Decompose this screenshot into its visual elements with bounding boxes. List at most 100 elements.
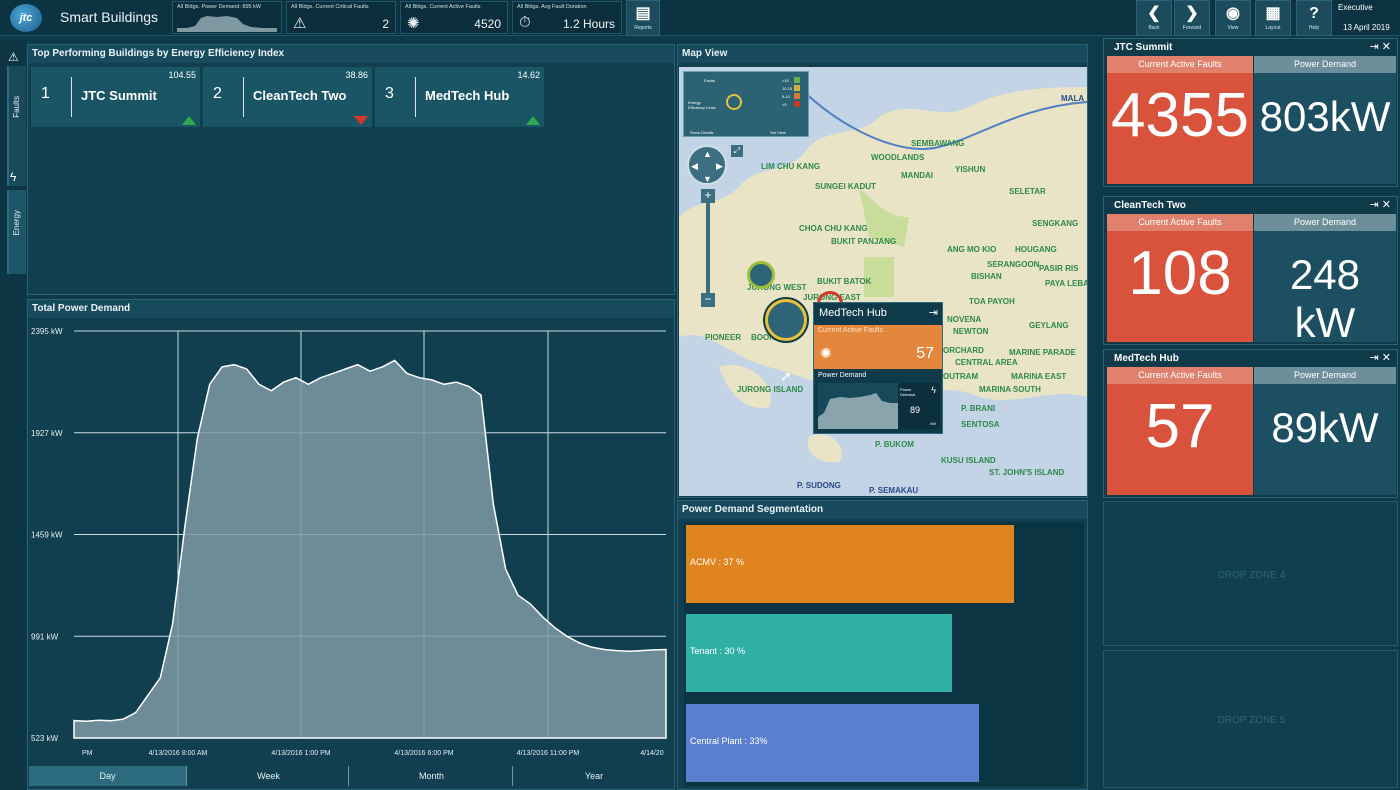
popup-power-unit: kW <box>930 421 936 426</box>
set-view-button[interactable]: Set View <box>770 130 786 135</box>
divider <box>415 77 416 117</box>
y-tick-label: 991 kW <box>31 632 59 641</box>
app-logo[interactable]: jtc <box>10 4 42 32</box>
popup-power-chart <box>818 393 898 429</box>
legend-swatch <box>794 85 800 91</box>
kpi-critical-faults[interactable]: All Bldgs. Current Critical Faults ⚠ 2 <box>286 1 396 34</box>
place-label: P. SUDONG <box>797 481 841 490</box>
warning-icon: ⚠ <box>293 15 307 32</box>
rank: 1 <box>41 85 50 102</box>
drop-zone-label: DROP ZONE 5 <box>1217 715 1286 726</box>
zoom-in-icon[interactable]: + <box>701 189 715 203</box>
view-button[interactable]: ◉ View <box>1215 0 1251 36</box>
popup-sparkline <box>818 383 898 429</box>
power-label: Power Demand <box>1254 214 1396 231</box>
layout-label: Layout <box>1265 25 1281 31</box>
place-label: ORCHARD <box>943 346 984 355</box>
segment-bar-acmv[interactable]: ACMV : 37 % <box>686 525 1014 603</box>
place-label: YISHUN <box>955 165 986 174</box>
warning-icon: ⚠ <box>8 50 19 64</box>
tab-faults[interactable]: Faults <box>7 66 26 186</box>
kpi-fault-duration[interactable]: All Bldgs. Avg Fault Duration ⏱ 1.2 Hour… <box>512 1 622 34</box>
popup-power-sub: Power Demand <box>900 387 916 397</box>
building-name: JTC Summit <box>81 88 157 103</box>
segment-bar-central-plant[interactable]: Central Plant : 33% <box>686 704 979 782</box>
building-popup[interactable]: MedTech Hub ⇥ Current Active Faults ✺ 57… <box>813 302 943 434</box>
fullscreen-icon[interactable]: ⤢ <box>731 145 743 157</box>
open-building-icon[interactable]: ⇥ <box>1370 352 1379 364</box>
place-label: BUKIT PANJANG <box>831 237 897 246</box>
place-label: P. BRANI <box>961 404 996 413</box>
open-building-icon[interactable]: ⇥ <box>1370 41 1379 53</box>
building-card-cleantech-two[interactable]: CleanTech Two ⇥ ✕ Current Active Faults … <box>1103 196 1398 346</box>
card-actions: ⇥ ✕ <box>1370 351 1392 364</box>
tab-week[interactable]: Week <box>189 766 349 786</box>
place-label: MARINE PARADE <box>1009 348 1076 357</box>
kpi-value: 1.2 Hours <box>562 17 615 31</box>
performer-card-1[interactable]: 1 JTC Summit 104.55 <box>31 67 200 127</box>
open-building-icon[interactable]: ⇥ <box>929 306 938 319</box>
popup-title: MedTech Hub <box>819 307 887 319</box>
chevron-left-icon: ❮ <box>1147 5 1161 22</box>
performer-card-2[interactable]: 2 CleanTech Two 38.86 <box>203 67 372 127</box>
document-icon: ▤ <box>635 5 651 22</box>
place-label: MALA <box>1061 94 1085 103</box>
building-card-medtech-hub[interactable]: MedTech Hub ⇥ ✕ Current Active Faults 57… <box>1103 349 1398 498</box>
segment-label: Central Plant : 33% <box>690 736 768 746</box>
faults-label: Current Active Faults <box>1107 367 1253 384</box>
back-button[interactable]: ❮ Back <box>1136 0 1172 36</box>
close-icon[interactable]: ✕ <box>1382 352 1391 364</box>
legend-row: >15 <box>782 78 789 83</box>
pan-left-icon: ◀ <box>691 161 698 171</box>
building-card-jtc-summit[interactable]: JTC Summit ⇥ ✕ Current Active Faults 435… <box>1103 38 1398 187</box>
power-tile: Power Demand 89kW <box>1254 367 1396 495</box>
building-marker-medtech-hub[interactable] <box>765 299 807 341</box>
segment-bar-tenant[interactable]: Tenant : 30 % <box>686 614 952 692</box>
tab-energy[interactable]: Energy <box>7 190 26 274</box>
card-actions: ⇥ ✕ <box>1370 198 1392 211</box>
drop-zone-4[interactable]: DROP ZONE 4 <box>1103 501 1398 646</box>
faults-value: 57 <box>1145 392 1215 461</box>
panel-title: Total Power Demand <box>28 300 674 318</box>
building-marker-jtc-summit[interactable] <box>747 261 775 289</box>
layout-button[interactable]: ▦ Layout <box>1255 0 1291 36</box>
zoom-out-icon[interactable]: − <box>701 293 715 307</box>
popup-power-box: Power Demand ϟ 89 kW <box>898 383 940 429</box>
pan-control[interactable]: ▲ ▼ ◀ ▶ <box>687 145 727 185</box>
legend-row: 10-15 <box>782 86 793 91</box>
top-bar: jtc Smart Buildings All Bldgs. Power Dem… <box>0 0 1400 36</box>
place-label: LIM CHU KANG <box>761 162 821 171</box>
drop-zone-5[interactable]: DROP ZONE 5 <box>1103 650 1398 788</box>
mouse-cursor-icon: ➚ <box>780 368 792 384</box>
faults-label: Current Active Faults <box>1107 214 1253 231</box>
tab-day[interactable]: Day <box>29 766 187 786</box>
panel-title: Map View <box>678 45 1087 63</box>
divider <box>71 77 72 117</box>
kpi-value: 4520 <box>474 17 501 31</box>
place-label: TOA PAYOH <box>969 297 1015 306</box>
forward-button[interactable]: ❯ Forward <box>1174 0 1210 36</box>
kpi-label: All Bldgs. Power Demand: 895 kW <box>177 4 262 10</box>
reports-button[interactable]: ▤ Reports <box>626 0 660 36</box>
tab-month[interactable]: Month <box>351 766 513 786</box>
power-sparkline <box>177 16 277 32</box>
legend-row: 5-10 <box>782 94 791 99</box>
close-icon[interactable]: ✕ <box>1382 41 1391 53</box>
help-button[interactable]: ? Help <box>1296 0 1332 36</box>
close-icon[interactable]: ✕ <box>1382 199 1391 211</box>
popup-power-value: 89 <box>910 405 921 415</box>
open-building-icon[interactable]: ⇥ <box>1370 199 1379 211</box>
place-label: WOODLANDS <box>871 153 925 162</box>
place-label: HOUGANG <box>1015 245 1057 254</box>
zoom-slider[interactable]: + − <box>701 189 715 307</box>
y-tick-label: 523 kW <box>31 734 59 743</box>
power-demand-chart[interactable]: 2395 kW 1927 kW 1459 kW 991 kW 523 kW PM 4/13/… <box>28 318 674 768</box>
user-role[interactable]: Executive <box>1338 3 1373 12</box>
place-label: PIONEER <box>705 333 742 342</box>
performer-card-3[interactable]: 3 MedTech Hub 14.62 <box>375 67 544 127</box>
kpi-power-demand[interactable]: All Bldgs. Power Demand: 895 kW <box>172 1 282 34</box>
show-details-button[interactable]: Show Details <box>690 130 713 135</box>
place-label: CHOA CHU KANG <box>799 224 868 233</box>
tab-year[interactable]: Year <box>515 766 673 786</box>
kpi-active-faults[interactable]: All Bldgs. Current Active Faults ✺ 4520 <box>400 1 508 34</box>
